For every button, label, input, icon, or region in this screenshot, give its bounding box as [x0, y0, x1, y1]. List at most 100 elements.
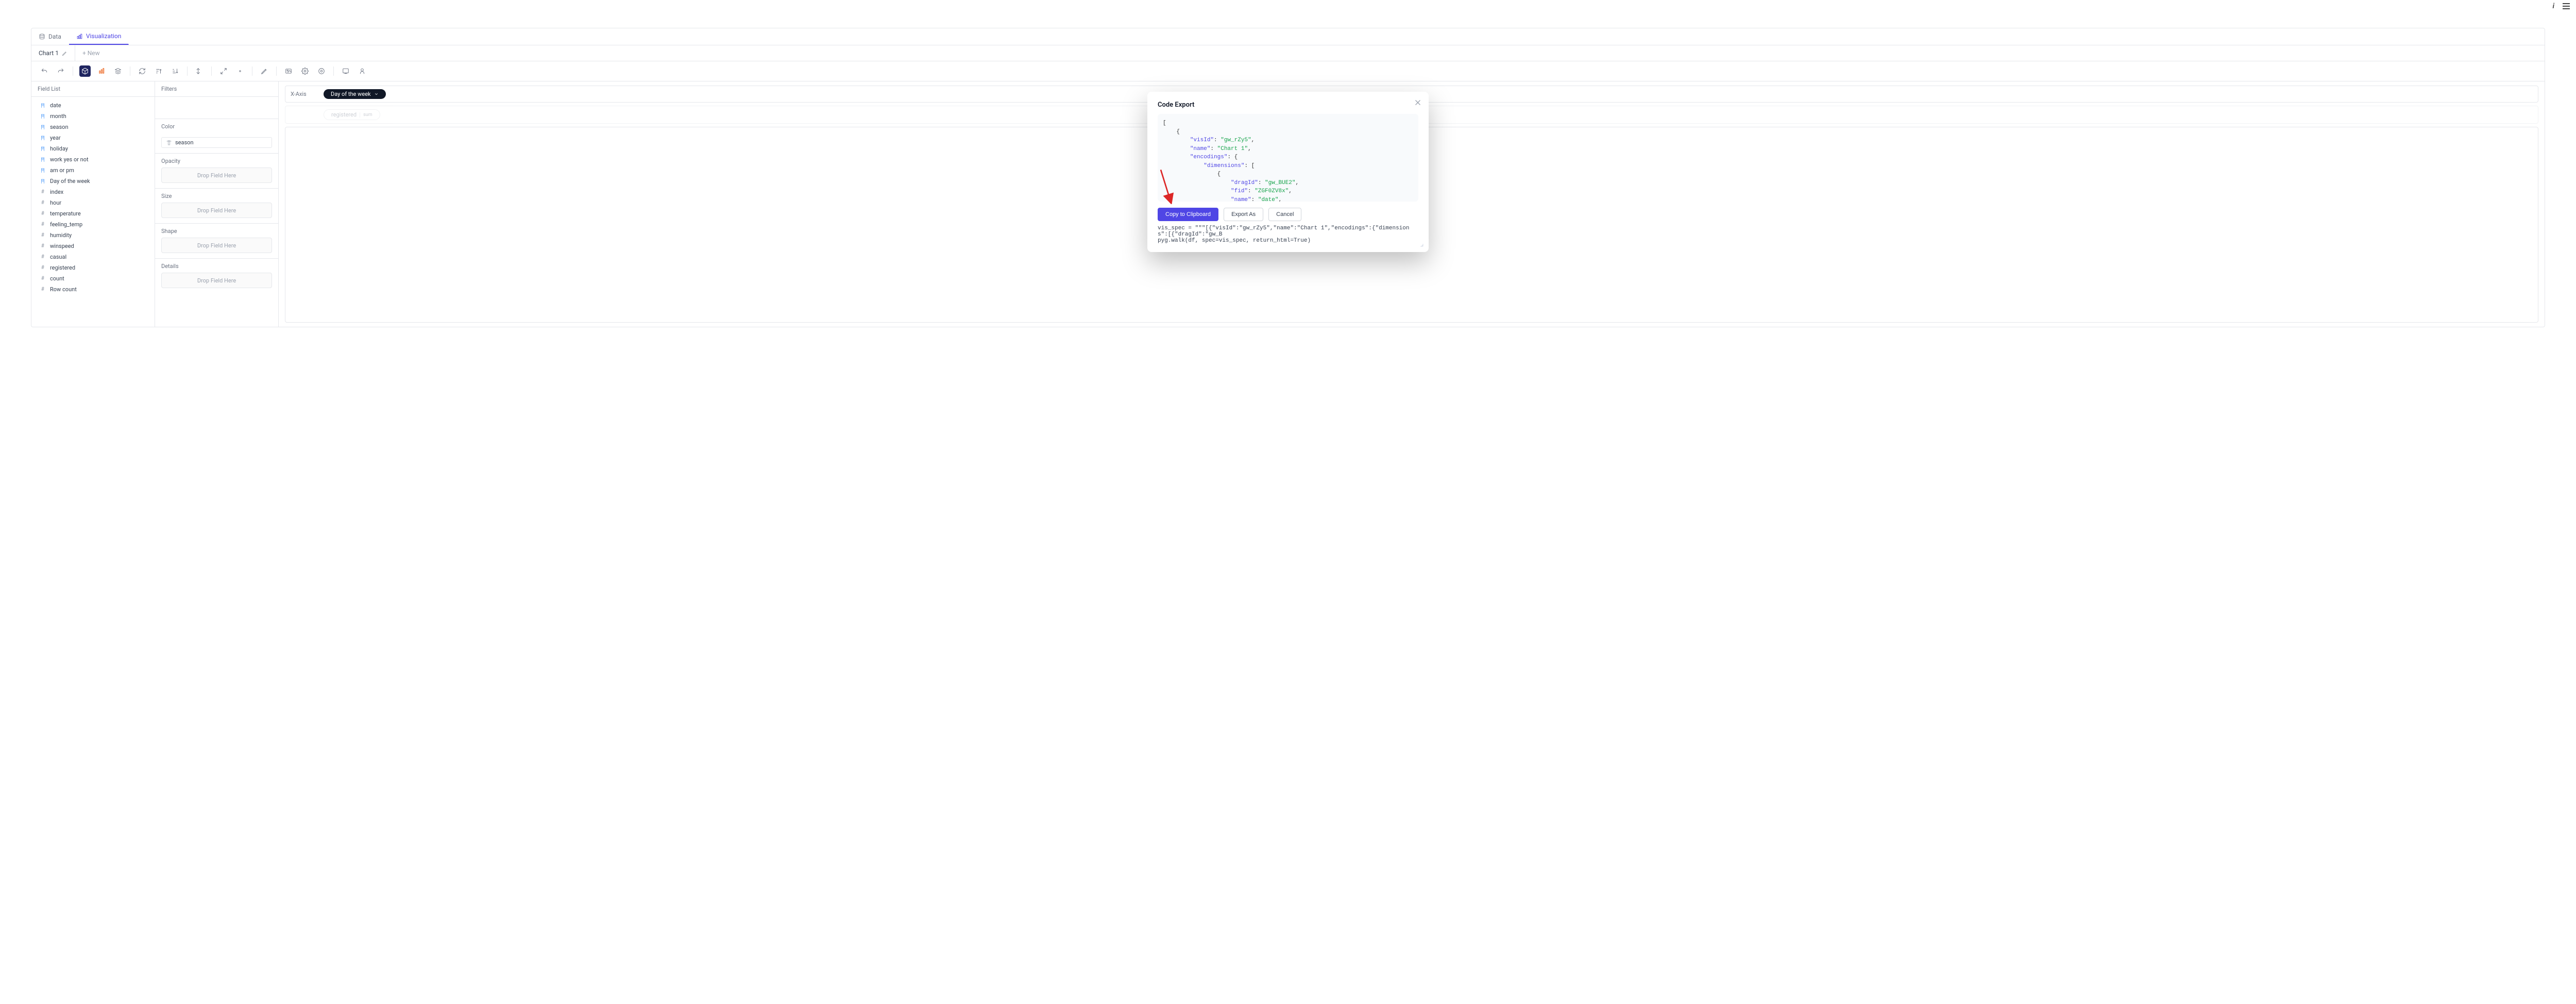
y-axis-pill[interactable]: registered sum: [324, 109, 380, 120]
nominal-icon: [40, 168, 46, 174]
new-chart-tab[interactable]: + New: [75, 45, 107, 61]
database-icon: [39, 34, 45, 40]
field-name: casual: [50, 254, 66, 260]
close-icon[interactable]: [1413, 98, 1422, 107]
nominal-icon: [40, 103, 46, 109]
field-name: month: [50, 113, 66, 120]
field-item[interactable]: # feeling_temp: [31, 219, 155, 230]
gear-button[interactable]: [299, 65, 311, 77]
field-name: humidity: [50, 232, 72, 239]
opacity-label: Opacity: [155, 154, 278, 168]
export-image-button[interactable]: [283, 65, 294, 77]
redo-button[interactable]: [55, 65, 66, 77]
details-label: Details: [155, 259, 278, 273]
measure-icon: #: [40, 243, 46, 249]
layout-button[interactable]: [218, 65, 229, 77]
nominal-icon: [40, 157, 46, 163]
nominal-icon: [40, 113, 46, 120]
field-item[interactable]: # winspeed: [31, 241, 155, 252]
field-name: date: [50, 102, 61, 109]
field-item[interactable]: work yes or not: [31, 154, 155, 165]
tab-visualization[interactable]: Visualization: [69, 28, 129, 45]
chart-tabs: Chart 1 + New: [31, 45, 2545, 61]
chart-tab-1[interactable]: Chart 1: [31, 45, 75, 61]
json-code-block[interactable]: [ { "visId": "gw_rZy5", "name": "Chart 1…: [1158, 114, 1418, 202]
field-item[interactable]: # registered: [31, 262, 155, 273]
field-name: index: [50, 189, 63, 195]
format-button[interactable]: [234, 65, 246, 77]
axis-resize-button[interactable]: [194, 65, 205, 77]
mark-type-button[interactable]: [96, 65, 107, 77]
config-button[interactable]: [316, 65, 327, 77]
size-label: Size: [155, 189, 278, 203]
measure-icon: #: [40, 222, 46, 228]
code-export-button[interactable]: [340, 65, 351, 77]
new-chart-label: + New: [82, 49, 100, 57]
python-snippet[interactable]: vis_spec = """[{"visId":"gw_rZy5","name"…: [1158, 225, 1418, 244]
measure-icon: #: [40, 287, 46, 293]
modal-title: Code Export: [1158, 101, 1418, 109]
x-axis-pill[interactable]: Day of the week: [324, 89, 386, 99]
limit-button[interactable]: [357, 65, 368, 77]
aggregate-button[interactable]: [79, 65, 91, 77]
field-item[interactable]: #count: [31, 273, 155, 284]
chevron-down-icon: [374, 92, 379, 96]
field-item[interactable]: month: [31, 111, 155, 122]
code-export-modal: Code Export [ { "visId": "gw_rZy5", "nam…: [1147, 92, 1429, 252]
chart-icon: [76, 33, 83, 40]
opacity-shelf[interactable]: Drop Field Here: [161, 168, 272, 183]
theme-button[interactable]: [259, 65, 270, 77]
field-item[interactable]: season: [31, 122, 155, 132]
field-name: Day of the week: [50, 178, 90, 185]
chart-tab-label: Chart 1: [39, 49, 59, 57]
undo-button[interactable]: [39, 65, 50, 77]
sort-asc-button[interactable]: [153, 65, 164, 77]
field-name: registered: [50, 264, 75, 271]
encodings-panel: Filters Color season Opacity Drop Field …: [155, 81, 279, 327]
measure-icon: #: [40, 200, 46, 206]
nominal-icon: [40, 124, 46, 130]
resize-handle-icon[interactable]: [1417, 241, 1423, 247]
measure-icon: #: [40, 189, 46, 195]
field-item[interactable]: am or pm: [31, 165, 155, 176]
details-shelf[interactable]: Drop Field Here: [161, 273, 272, 288]
field-name: winspeed: [50, 243, 74, 249]
measure-icon: #: [40, 232, 46, 239]
field-item[interactable]: holiday: [31, 143, 155, 154]
trash-icon[interactable]: [166, 140, 172, 146]
field-item[interactable]: date: [31, 100, 155, 111]
copy-to-clipboard-button[interactable]: Copy to Clipboard: [1158, 208, 1218, 221]
nominal-icon: [40, 178, 46, 185]
field-item[interactable]: #hour: [31, 197, 155, 208]
field-item[interactable]: Day of the week: [31, 176, 155, 187]
measure-icon: #: [40, 276, 46, 282]
field-item[interactable]: # index: [31, 187, 155, 197]
field-name: temperature: [50, 210, 81, 217]
field-name: year: [50, 135, 61, 141]
shape-shelf[interactable]: Drop Field Here: [161, 238, 272, 253]
info-icon[interactable]: i: [2552, 2, 2554, 10]
main-tabs: Data Visualization: [31, 28, 2545, 45]
measure-icon: #: [40, 265, 46, 271]
field-item[interactable]: #temperature: [31, 208, 155, 219]
sort-desc-button[interactable]: [170, 65, 181, 77]
nominal-icon: [40, 135, 46, 141]
field-item[interactable]: year: [31, 132, 155, 143]
field-item[interactable]: # humidity: [31, 230, 155, 241]
tab-data-label: Data: [48, 33, 61, 40]
stack-button[interactable]: [112, 65, 124, 77]
size-shelf[interactable]: Drop Field Here: [161, 203, 272, 218]
menu-icon[interactable]: [2563, 3, 2570, 10]
field-item[interactable]: #Row count: [31, 284, 155, 295]
field-list-panel: Field List date month season year holidaywor…: [31, 81, 155, 327]
tab-data[interactable]: Data: [31, 28, 69, 45]
field-list-header: Field List: [31, 81, 155, 97]
transpose-button[interactable]: [137, 65, 148, 77]
tab-visualization-label: Visualization: [86, 32, 122, 40]
shape-label: Shape: [155, 224, 278, 238]
field-name: feeling_temp: [50, 221, 82, 228]
export-as-button[interactable]: Export As: [1224, 208, 1263, 221]
field-item[interactable]: #casual: [31, 252, 155, 262]
cancel-button[interactable]: Cancel: [1268, 208, 1301, 221]
color-shelf[interactable]: season: [161, 137, 272, 148]
